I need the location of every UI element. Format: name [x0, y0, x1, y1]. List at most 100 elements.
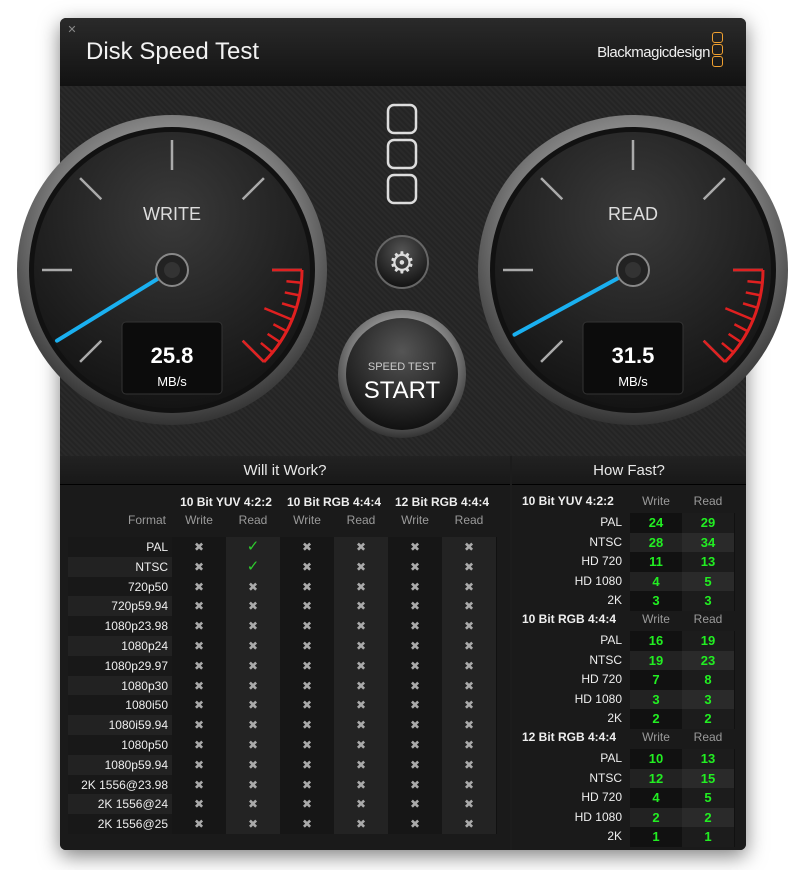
format-row-label: PAL	[68, 537, 172, 557]
cross-icon: ✖	[280, 655, 335, 676]
check-icon: ✓	[226, 556, 281, 577]
cross-icon: ✖	[334, 655, 389, 676]
start-button-top-label: SPEED TEST	[368, 361, 437, 373]
cross-icon: ✖	[280, 537, 335, 557]
format-group-header: 12 Bit RGB 4:4:4	[394, 495, 490, 509]
cross-icon: ✖	[388, 636, 443, 656]
cross-icon: ✖	[172, 556, 227, 577]
format-row-label: 1080p59.94	[68, 754, 172, 775]
format-group-header: 10 Bit RGB 4:4:4	[286, 495, 382, 509]
write-fps-value: 10	[630, 749, 683, 769]
write-fps-value: 4	[630, 788, 683, 808]
cross-icon: ✖	[388, 735, 443, 755]
cross-icon: ✖	[280, 774, 335, 795]
cross-icon: ✖	[334, 636, 389, 656]
cross-icon: ✖	[388, 794, 443, 815]
read-fps-value: 5	[682, 571, 735, 591]
cross-icon: ✖	[442, 636, 497, 656]
cross-icon: ✖	[442, 754, 497, 775]
read-fps-value: 19	[682, 631, 735, 651]
cross-icon: ✖	[280, 616, 335, 637]
cross-icon: ✖	[442, 655, 497, 676]
cross-icon: ✖	[172, 695, 227, 716]
cross-icon: ✖	[334, 596, 389, 617]
cross-icon: ✖	[334, 695, 389, 716]
will-it-work-title: Will it Work?	[60, 456, 510, 485]
cross-icon: ✖	[172, 814, 227, 835]
write-fps-value: 3	[630, 591, 683, 611]
cross-icon: ✖	[442, 537, 497, 557]
read-fps-value: 13	[682, 749, 735, 769]
brand-logo-text: Blackmagicdesign	[597, 44, 710, 61]
how-fast-row-label: NTSC	[589, 770, 622, 785]
format-row-label: 1080p23.98	[68, 616, 172, 637]
cross-icon: ✖	[442, 735, 497, 755]
section-header: 10 Bit RGB 4:4:4	[522, 612, 617, 626]
cross-icon: ✖	[280, 754, 335, 775]
cross-icon: ✖	[388, 814, 443, 835]
read-fps-value: 23	[682, 650, 735, 670]
cross-icon: ✖	[280, 675, 335, 696]
cross-icon: ✖	[280, 636, 335, 656]
how-fast-row-label: HD 1080	[574, 691, 622, 706]
cross-icon: ✖	[226, 754, 281, 775]
will-it-work-panel: Will it Work? 10 Bit YUV 4:2:2 10 Bit RGB…	[60, 456, 510, 850]
format-row-label: 720p59.94	[68, 596, 172, 617]
write-header: Write	[642, 494, 670, 508]
start-button[interactable]: SPEED TEST START	[338, 310, 466, 438]
format-row-label: 720p50	[68, 576, 172, 597]
gauge-red-tick	[747, 280, 763, 284]
cross-icon: ✖	[280, 556, 335, 577]
cross-icon: ✖	[334, 675, 389, 696]
how-fast-row-label: PAL	[600, 751, 622, 765]
cross-icon: ✖	[442, 794, 497, 815]
format-group-header: 10 Bit YUV 4:2:2	[180, 495, 272, 509]
how-fast-row-label: NTSC	[589, 534, 622, 549]
read-header: Read	[693, 612, 723, 626]
cross-icon: ✖	[172, 636, 227, 656]
cross-icon: ✖	[388, 576, 443, 597]
format-row-label: NTSC	[68, 556, 172, 577]
cross-icon: ✖	[388, 754, 443, 775]
column-subheader: Write	[401, 513, 429, 527]
cross-icon: ✖	[280, 794, 335, 815]
column-subheader: Read	[346, 513, 376, 527]
write-fps-value: 2	[630, 709, 683, 729]
cross-icon: ✖	[226, 695, 281, 716]
how-fast-row-label: PAL	[600, 515, 622, 529]
cross-icon: ✖	[226, 576, 281, 597]
how-fast-row-label: HD 1080	[574, 573, 622, 588]
settings-button[interactable]: ⚙	[375, 235, 429, 289]
format-row-label: 1080i50	[68, 695, 172, 716]
column-subheader: Write	[293, 513, 321, 527]
cross-icon: ✖	[172, 735, 227, 755]
how-fast-row-label: PAL	[600, 633, 622, 647]
write-fps-value: 11	[630, 552, 683, 572]
write-fps-value: 16	[630, 631, 683, 651]
format-row-label: 1080p30	[68, 675, 172, 696]
cross-icon: ✖	[226, 735, 281, 755]
cross-icon: ✖	[442, 616, 497, 637]
cross-icon: ✖	[334, 774, 389, 795]
how-fast-row-label: NTSC	[589, 652, 622, 667]
write-header: Write	[642, 730, 670, 744]
format-row-label: 2K 1556@24	[68, 794, 172, 815]
start-button-label: START	[364, 377, 441, 404]
read-fps-value: 3	[682, 689, 735, 709]
how-fast-panel: How Fast? 10 Bit YUV 4:2:2 Write Read PAL 24…	[512, 456, 746, 850]
read-fps-value: 2	[682, 807, 735, 827]
column-subheader: Read	[454, 513, 484, 527]
cross-icon: ✖	[334, 576, 389, 597]
column-subheader: Read	[238, 513, 268, 527]
cross-icon: ✖	[388, 616, 443, 637]
cross-icon: ✖	[442, 774, 497, 795]
cross-icon: ✖	[172, 754, 227, 775]
how-fast-title: How Fast?	[512, 456, 746, 485]
read-fps-value: 34	[682, 532, 735, 552]
cross-icon: ✖	[226, 655, 281, 676]
how-fast-row-label: 2K	[607, 593, 622, 607]
cross-icon: ✖	[334, 537, 389, 557]
cross-icon: ✖	[388, 695, 443, 716]
cross-icon: ✖	[442, 695, 497, 716]
close-icon[interactable]: ✕	[66, 24, 78, 36]
